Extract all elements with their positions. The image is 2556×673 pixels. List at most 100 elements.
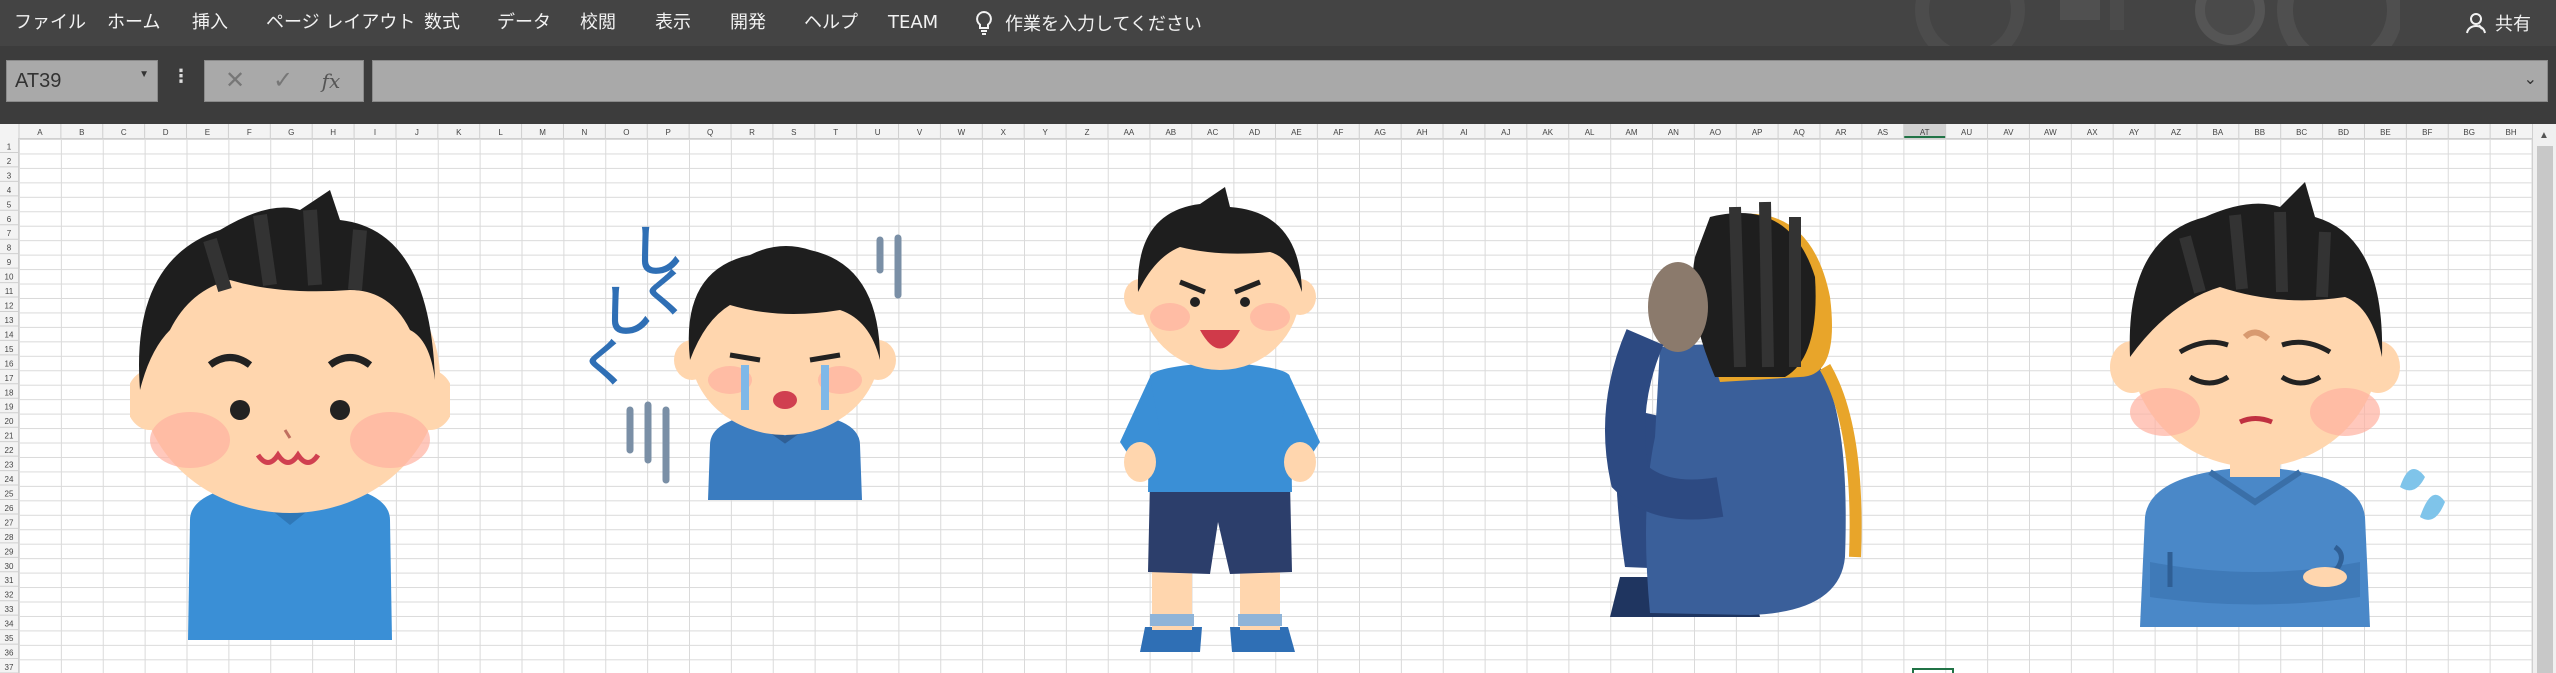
row-header-17[interactable]: 17 bbox=[5, 374, 14, 383]
column-header-Q[interactable]: Q bbox=[707, 128, 713, 137]
row-header-22[interactable]: 22 bbox=[5, 446, 14, 455]
column-header-AW[interactable]: AW bbox=[2044, 128, 2057, 137]
illustration-sitting-boy-back[interactable] bbox=[1600, 177, 1900, 622]
row-header-11[interactable]: 11 bbox=[5, 287, 14, 296]
column-header-W[interactable]: W bbox=[958, 128, 966, 137]
column-header-A[interactable]: A bbox=[37, 128, 43, 137]
row-header-37[interactable]: 37 bbox=[5, 663, 14, 672]
illustration-smiling-boy[interactable] bbox=[130, 180, 450, 640]
column-header-AR[interactable]: AR bbox=[1835, 128, 1846, 137]
column-header-AL[interactable]: AL bbox=[1585, 128, 1595, 137]
menu-view[interactable]: 表示 bbox=[655, 0, 691, 46]
menu-file[interactable]: ファイル bbox=[14, 0, 86, 46]
column-header-AT[interactable]: AT bbox=[1920, 128, 1930, 137]
column-header-K[interactable]: K bbox=[456, 128, 462, 137]
column-header-AM[interactable]: AM bbox=[1626, 128, 1638, 137]
column-header-BB[interactable]: BB bbox=[2254, 128, 2265, 137]
row-header-14[interactable]: 14 bbox=[5, 330, 14, 339]
column-header-BH[interactable]: BH bbox=[2505, 128, 2516, 137]
row-header-6[interactable]: 6 bbox=[7, 215, 12, 224]
menu-team[interactable]: TEAM bbox=[888, 0, 938, 46]
row-header-33[interactable]: 33 bbox=[5, 605, 14, 614]
menu-formulas[interactable]: 数式 bbox=[424, 0, 460, 46]
column-header-AB[interactable]: AB bbox=[1165, 128, 1176, 137]
share-button[interactable]: 共有 bbox=[2465, 0, 2531, 46]
row-header-24[interactable]: 24 bbox=[5, 475, 14, 484]
column-header-B[interactable]: B bbox=[79, 128, 84, 137]
row-header-28[interactable]: 28 bbox=[5, 533, 14, 542]
column-header-E[interactable]: E bbox=[205, 128, 210, 137]
tell-me-search[interactable]: 作業を入力してください bbox=[975, 0, 1202, 46]
column-header-H[interactable]: H bbox=[330, 128, 336, 137]
column-header-AZ[interactable]: AZ bbox=[2171, 128, 2181, 137]
column-header-AS[interactable]: AS bbox=[1877, 128, 1888, 137]
column-header-BG[interactable]: BG bbox=[2463, 128, 2475, 137]
row-header-21[interactable]: 21 bbox=[5, 432, 14, 441]
menu-page-layout[interactable]: ページ レイアウト bbox=[266, 0, 415, 46]
column-header-C[interactable]: C bbox=[121, 128, 127, 137]
column-header-BC[interactable]: BC bbox=[2296, 128, 2307, 137]
column-header-AV[interactable]: AV bbox=[2003, 128, 2014, 137]
column-header-AN[interactable]: AN bbox=[1668, 128, 1679, 137]
row-header-25[interactable]: 25 bbox=[5, 489, 14, 498]
row-header-27[interactable]: 27 bbox=[5, 518, 14, 527]
column-header-Z[interactable]: Z bbox=[1085, 128, 1090, 137]
column-header-AU[interactable]: AU bbox=[1961, 128, 1972, 137]
row-header-15[interactable]: 15 bbox=[5, 345, 14, 354]
row-header-13[interactable]: 13 bbox=[5, 316, 14, 325]
column-header-P[interactable]: P bbox=[666, 128, 671, 137]
column-header-D[interactable]: D bbox=[163, 128, 169, 137]
menu-help[interactable]: ヘルプ bbox=[804, 0, 858, 46]
column-header-AF[interactable]: AF bbox=[1333, 128, 1343, 137]
row-header-26[interactable]: 26 bbox=[5, 504, 14, 513]
column-header-S[interactable]: S bbox=[791, 128, 796, 137]
column-header-I[interactable]: I bbox=[374, 128, 376, 137]
column-header-AO[interactable]: AO bbox=[1709, 128, 1721, 137]
column-header-AQ[interactable]: AQ bbox=[1793, 128, 1805, 137]
row-header-34[interactable]: 34 bbox=[5, 620, 14, 629]
column-header-AH[interactable]: AH bbox=[1417, 128, 1428, 137]
row-header-32[interactable]: 32 bbox=[5, 591, 14, 600]
row-header-20[interactable]: 20 bbox=[5, 417, 14, 426]
scroll-up-icon[interactable]: ▲ bbox=[2539, 130, 2549, 141]
column-header-Y[interactable]: Y bbox=[1042, 128, 1048, 137]
column-header-BE[interactable]: BE bbox=[2380, 128, 2391, 137]
column-header-AG[interactable]: AG bbox=[1374, 128, 1386, 137]
column-header-AI[interactable]: AI bbox=[1460, 128, 1468, 137]
column-header-BA[interactable]: BA bbox=[2213, 128, 2224, 137]
check-icon[interactable]: ✓ bbox=[263, 61, 303, 101]
row-header-8[interactable]: 8 bbox=[7, 244, 12, 253]
column-header-J[interactable]: J bbox=[415, 128, 419, 137]
menu-data[interactable]: データ bbox=[497, 0, 551, 46]
column-header-AK[interactable]: AK bbox=[1542, 128, 1553, 137]
column-header-T[interactable]: T bbox=[833, 128, 838, 137]
row-header-30[interactable]: 30 bbox=[5, 562, 14, 571]
row-header-3[interactable]: 3 bbox=[7, 171, 12, 180]
row-header-19[interactable]: 19 bbox=[5, 403, 14, 412]
column-header-AA[interactable]: AA bbox=[1124, 128, 1135, 137]
column-header-AX[interactable]: AX bbox=[2087, 128, 2098, 137]
insert-function-button[interactable]: fx bbox=[311, 61, 351, 101]
column-header-AY[interactable]: AY bbox=[2129, 128, 2140, 137]
column-header-F[interactable]: F bbox=[247, 128, 252, 137]
column-header-BD[interactable]: BD bbox=[2338, 128, 2349, 137]
row-header-2[interactable]: 2 bbox=[7, 157, 12, 166]
column-header-O[interactable]: O bbox=[623, 128, 629, 137]
row-header-36[interactable]: 36 bbox=[5, 649, 14, 658]
column-header-AD[interactable]: AD bbox=[1249, 128, 1260, 137]
column-header-AP[interactable]: AP bbox=[1752, 128, 1763, 137]
menu-insert[interactable]: 挿入 bbox=[192, 0, 228, 46]
row-header-18[interactable]: 18 bbox=[5, 388, 14, 397]
close-icon[interactable]: ✕ bbox=[215, 61, 255, 101]
illustration-happy-standing-boy[interactable] bbox=[1110, 182, 1330, 657]
row-header-12[interactable]: 12 bbox=[5, 302, 14, 311]
row-header-4[interactable]: 4 bbox=[7, 186, 12, 195]
menu-review[interactable]: 校閲 bbox=[580, 0, 616, 46]
vertical-scrollbar[interactable]: ▲ bbox=[2532, 124, 2556, 673]
column-header-AE[interactable]: AE bbox=[1291, 128, 1302, 137]
scrollbar-thumb[interactable] bbox=[2537, 146, 2553, 673]
row-header-7[interactable]: 7 bbox=[7, 229, 12, 238]
column-header-AC[interactable]: AC bbox=[1207, 128, 1218, 137]
row-header-23[interactable]: 23 bbox=[5, 461, 14, 470]
column-header-U[interactable]: U bbox=[875, 128, 881, 137]
